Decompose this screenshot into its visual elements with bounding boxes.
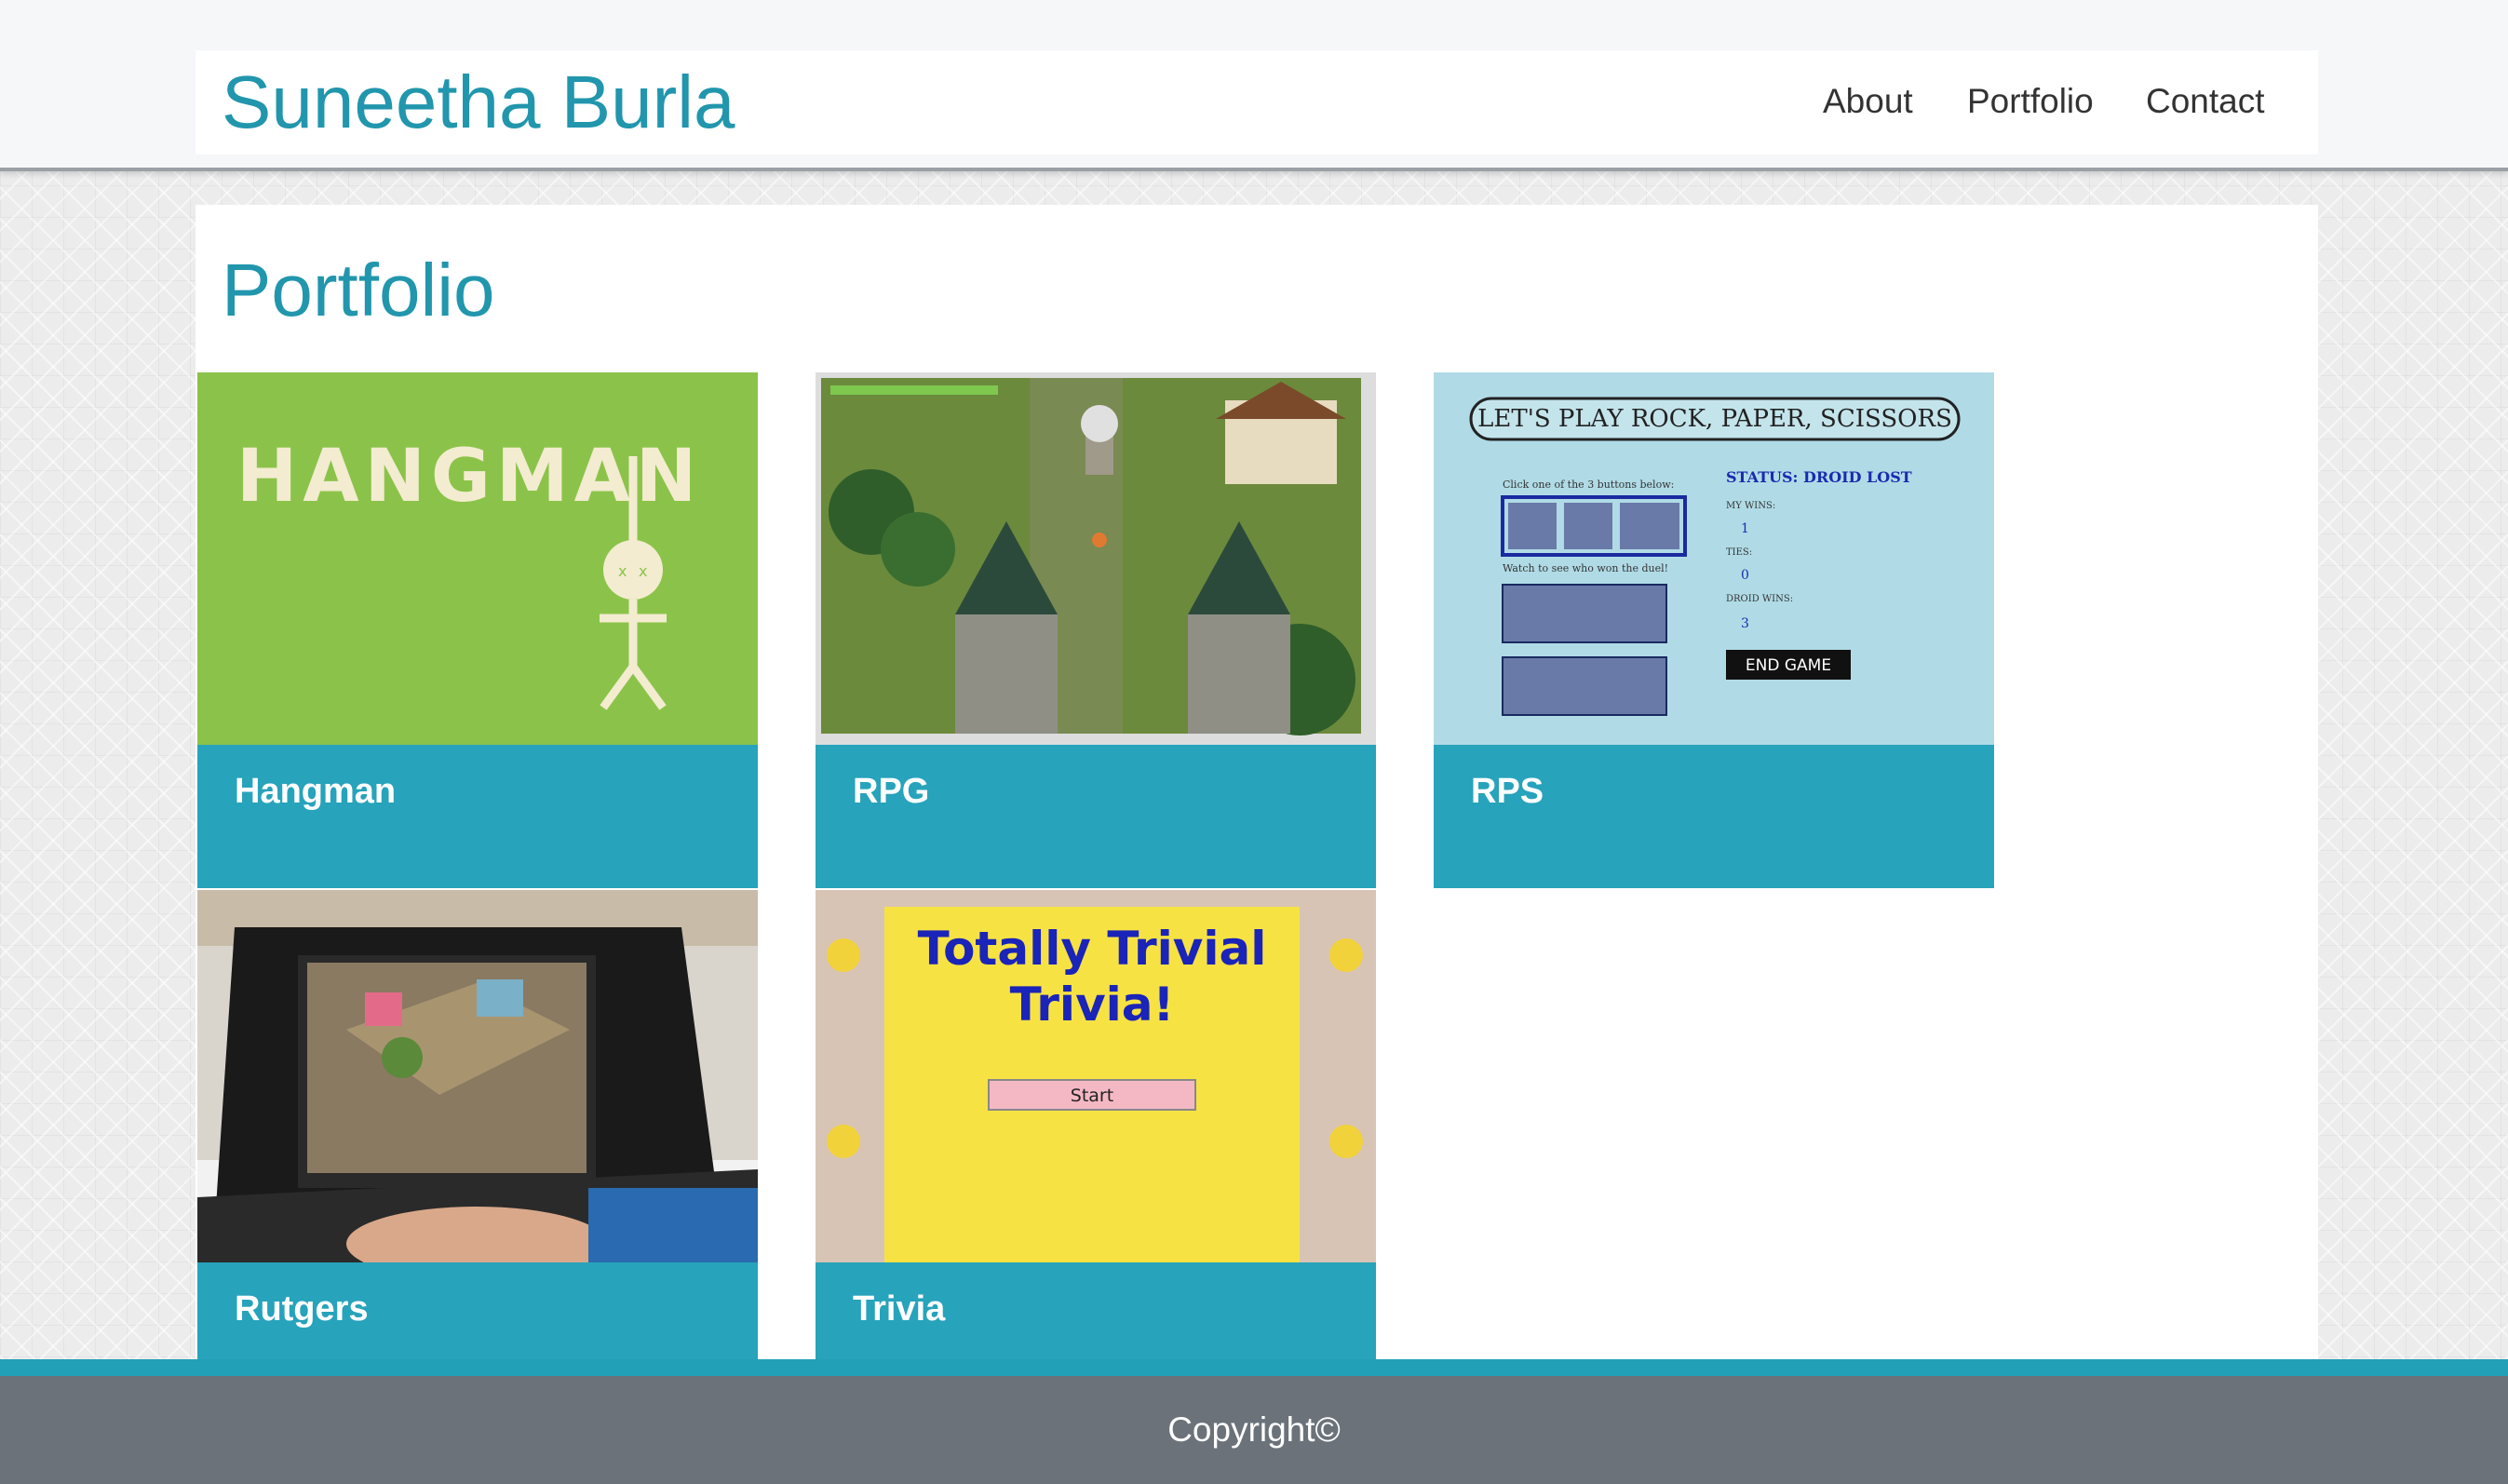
card-title-rutgers: Rutgers: [235, 1289, 369, 1329]
hangman-thumbnail: HANGMAN x x: [197, 372, 758, 745]
svg-text:Click one of the 3 buttons bel: Click one of the 3 buttons below:: [1503, 479, 1674, 491]
top-header: Suneetha Burla About Portfolio Contact: [0, 0, 2508, 171]
svg-text:x: x: [618, 562, 627, 580]
portfolio-card-rps[interactable]: LET'S PLAY ROCK, PAPER, SCISSORS Click o…: [1434, 372, 1994, 888]
portfolio-card-trivia[interactable]: Totally Trivial Trivia! Start Trivia: [816, 890, 1376, 1406]
page-title: Portfolio: [222, 249, 495, 331]
card-title-rps: RPS: [1471, 772, 1544, 811]
portfolio-card-rpg[interactable]: RPG: [816, 372, 1376, 888]
rutgers-thumbnail: [197, 890, 758, 1262]
brand-link[interactable]: Suneetha Burla: [222, 58, 735, 147]
rpg-thumbnail: [816, 372, 1376, 745]
card-title-rpg: RPG: [853, 772, 930, 811]
copyright-text: Copyright©: [1167, 1410, 1341, 1449]
rps-banner: LET'S PLAY ROCK, PAPER, SCISSORS: [1477, 405, 1952, 433]
trivia-thumbnail: Totally Trivial Trivia! Start: [816, 890, 1376, 1262]
svg-text:x: x: [639, 562, 647, 580]
portfolio-card-hangman[interactable]: HANGMAN x x Hangman: [197, 372, 758, 888]
footer-accent-strip: [0, 1359, 2508, 1376]
portfolio-card-rutgers[interactable]: Rutgers: [197, 890, 758, 1406]
svg-text:DROID WINS:: DROID WINS:: [1726, 594, 1793, 604]
svg-text:1: 1: [1741, 521, 1749, 536]
trivia-thumb-title-1: Totally Trivial: [918, 922, 1267, 976]
card-title-trivia: Trivia: [853, 1289, 946, 1329]
svg-text:Watch to see who won the duel!: Watch to see who won the duel!: [1503, 562, 1668, 574]
rps-thumbnail: LET'S PLAY ROCK, PAPER, SCISSORS Click o…: [1434, 372, 1994, 745]
navbar: Suneetha Burla About Portfolio Contact: [196, 50, 2318, 155]
svg-text:END GAME: END GAME: [1746, 656, 1831, 675]
nav-portfolio-link[interactable]: Portfolio: [1967, 80, 2094, 123]
svg-text:STATUS: DROID LOST: STATUS: DROID LOST: [1726, 468, 1912, 486]
card-title-hangman: Hangman: [235, 772, 397, 811]
nav-contact-link[interactable]: Contact: [2146, 80, 2265, 123]
svg-text:0: 0: [1741, 568, 1749, 583]
footer: Copyright©: [0, 1376, 2508, 1484]
svg-text:3: 3: [1741, 616, 1749, 631]
svg-text:Start: Start: [1071, 1086, 1113, 1106]
svg-text:MY WINS:: MY WINS:: [1726, 501, 1775, 511]
trivia-thumb-title-2: Trivia!: [1010, 978, 1175, 1032]
svg-text:TIES:: TIES:: [1726, 547, 1752, 558]
portfolio-section: Portfolio HANGMAN x x Hangman RPG LET'S …: [196, 205, 2318, 1406]
nav-about-link[interactable]: About: [1823, 80, 1913, 123]
